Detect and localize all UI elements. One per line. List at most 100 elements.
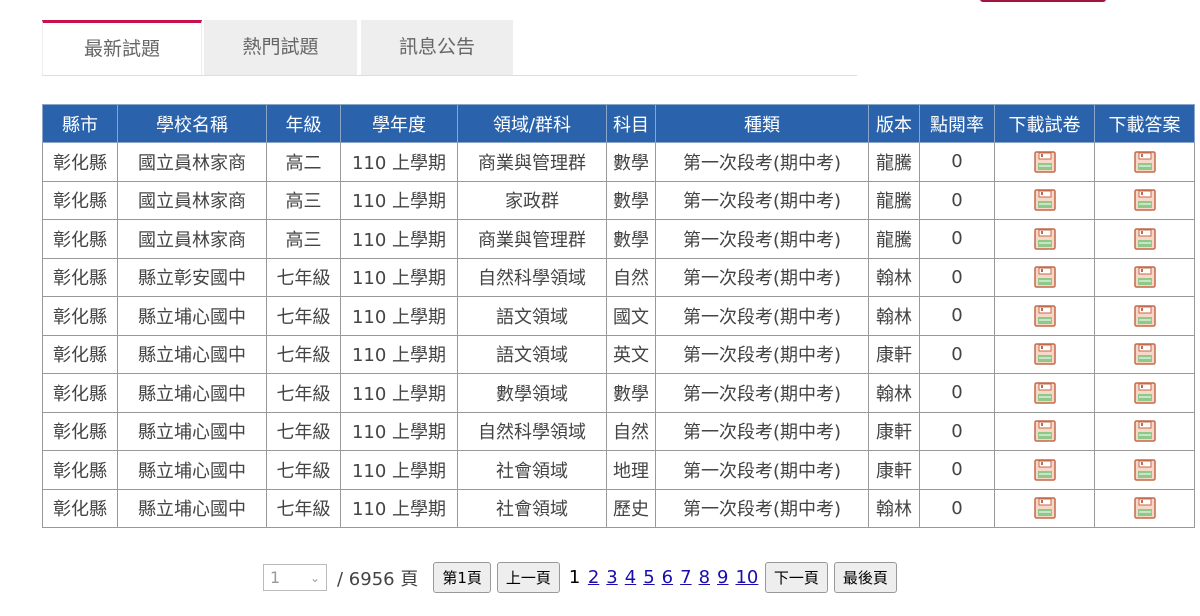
table-row: 彰化縣 縣立埔心國中 七年級 110 上學期 社會領域 歷史 第一次段考(期中考) 翰林 0: [42, 488, 1195, 528]
page-link[interactable]: 7: [680, 567, 691, 588]
cell-8: 0: [919, 296, 995, 336]
download-paper-floppy-icon[interactable]: [1033, 459, 1056, 481]
download-answer-floppy-icon[interactable]: [1133, 305, 1156, 327]
cell-1: 縣立彰安國中: [117, 257, 267, 297]
download-paper-cell: [994, 257, 1095, 297]
last-page-button[interactable]: 最後頁: [833, 562, 897, 593]
cell-7: 龍騰: [868, 142, 920, 182]
download-paper-floppy-icon[interactable]: [1033, 382, 1056, 404]
download-paper-floppy-icon[interactable]: [1033, 497, 1056, 519]
page-link[interactable]: 8: [699, 567, 710, 588]
column-header: 下載試卷: [994, 104, 1095, 143]
cell-4: 自然科學領域: [457, 257, 607, 297]
download-paper-cell: [994, 373, 1095, 413]
pagination: 1 ⌄ / 6956 頁 第1頁 上一頁 1 2 3 4 5 6 7 8 9 10 下一頁 最後頁: [263, 562, 900, 593]
cell-1: 縣立埔心國中: [117, 296, 267, 336]
tab-news[interactable]: 訊息公告: [361, 20, 513, 75]
cell-1: 縣立埔心國中: [117, 411, 267, 451]
cell-3: 110 上學期: [340, 142, 458, 182]
cell-6: 第一次段考(期中考): [655, 411, 869, 451]
prev-page-button[interactable]: 上一頁: [496, 562, 560, 593]
cell-0: 彰化縣: [42, 257, 118, 297]
download-answer-floppy-icon[interactable]: [1133, 151, 1156, 173]
top-button[interactable]: [980, 0, 1106, 2]
cell-6: 第一次段考(期中考): [655, 257, 869, 297]
download-paper-floppy-icon[interactable]: [1033, 151, 1056, 173]
next-page-button[interactable]: 下一頁: [764, 562, 828, 593]
page-link[interactable]: 10: [735, 567, 758, 588]
download-paper-floppy-icon[interactable]: [1033, 228, 1056, 250]
page-link[interactable]: 4: [625, 567, 636, 588]
column-header: 年級: [266, 104, 341, 143]
page-link[interactable]: 3: [606, 567, 617, 588]
column-header: 學年度: [340, 104, 458, 143]
download-paper-cell: [994, 411, 1095, 451]
download-answer-floppy-icon[interactable]: [1133, 497, 1156, 519]
cell-0: 彰化縣: [42, 180, 118, 220]
download-answer-floppy-icon[interactable]: [1133, 382, 1156, 404]
download-answer-floppy-icon[interactable]: [1133, 266, 1156, 288]
cell-8: 0: [919, 334, 995, 374]
download-paper-cell: [994, 142, 1095, 182]
cell-8: 0: [919, 373, 995, 413]
download-paper-cell: [994, 450, 1095, 490]
page-link[interactable]: 6: [662, 567, 673, 588]
download-answer-floppy-icon[interactable]: [1133, 459, 1156, 481]
cell-3: 110 上學期: [340, 373, 458, 413]
download-answer-floppy-icon[interactable]: [1133, 420, 1156, 442]
table-row: 彰化縣 國立員林家商 高三 110 上學期 商業與管理群 數學 第一次段考(期中考) 龍騰 0: [42, 219, 1195, 259]
cell-1: 縣立埔心國中: [117, 450, 267, 490]
first-page-button[interactable]: 第1頁: [433, 562, 491, 593]
page-select[interactable]: 1 ⌄: [263, 564, 327, 591]
download-paper-floppy-icon[interactable]: [1033, 189, 1056, 211]
cell-6: 第一次段考(期中考): [655, 296, 869, 336]
cell-5: 國文: [606, 296, 656, 336]
column-header: 領域/群科: [457, 104, 607, 143]
download-answer-floppy-icon[interactable]: [1133, 228, 1156, 250]
table-row: 彰化縣 縣立彰安國中 七年級 110 上學期 自然科學領域 自然 第一次段考(期中考) 翰林 0: [42, 257, 1195, 297]
cell-3: 110 上學期: [340, 296, 458, 336]
cell-5: 歷史: [606, 488, 656, 528]
download-paper-floppy-icon[interactable]: [1033, 266, 1056, 288]
download-answer-cell: [1094, 488, 1195, 528]
page-select-value: 1: [270, 568, 281, 587]
cell-5: 數學: [606, 180, 656, 220]
exam-table: 縣市 學校名稱 年級 學年度 領域/群科 科目 種類 版本 點閱率 下載試卷 下載答案 彰化縣 國立員…: [42, 104, 1195, 528]
page-total: / 6956 頁: [337, 568, 419, 590]
cell-8: 0: [919, 488, 995, 528]
column-header: 下載答案: [1094, 104, 1195, 143]
download-answer-floppy-icon[interactable]: [1133, 343, 1156, 365]
cell-2: 七年級: [266, 373, 341, 413]
column-header: 版本: [868, 104, 920, 143]
page-link[interactable]: 2: [588, 567, 599, 588]
cell-6: 第一次段考(期中考): [655, 142, 869, 182]
download-paper-floppy-icon[interactable]: [1033, 420, 1056, 442]
download-paper-floppy-icon[interactable]: [1033, 305, 1056, 327]
cell-0: 彰化縣: [42, 373, 118, 413]
cell-1: 國立員林家商: [117, 219, 267, 259]
cell-3: 110 上學期: [340, 411, 458, 451]
cell-8: 0: [919, 219, 995, 259]
column-header: 科目: [606, 104, 656, 143]
tab-latest[interactable]: 最新試題: [42, 20, 202, 75]
cell-6: 第一次段考(期中考): [655, 373, 869, 413]
download-answer-cell: [1094, 219, 1195, 259]
cell-6: 第一次段考(期中考): [655, 219, 869, 259]
cell-7: 翰林: [868, 488, 920, 528]
page-link[interactable]: 5: [643, 567, 654, 588]
cell-5: 自然: [606, 411, 656, 451]
download-paper-floppy-icon[interactable]: [1033, 343, 1056, 365]
table-row: 彰化縣 國立員林家商 高三 110 上學期 家政群 數學 第一次段考(期中考) 龍騰 0: [42, 180, 1195, 220]
download-answer-cell: [1094, 296, 1195, 336]
tab-popular[interactable]: 熱門試題: [204, 20, 357, 75]
download-paper-cell: [994, 296, 1095, 336]
cell-0: 彰化縣: [42, 450, 118, 490]
table-row: 彰化縣 縣立埔心國中 七年級 110 上學期 數學領域 數學 第一次段考(期中考) 翰林 0: [42, 373, 1195, 413]
cell-2: 高三: [266, 219, 341, 259]
download-paper-cell: [994, 180, 1095, 220]
cell-6: 第一次段考(期中考): [655, 334, 869, 374]
download-answer-floppy-icon[interactable]: [1133, 189, 1156, 211]
cell-0: 彰化縣: [42, 334, 118, 374]
cell-1: 縣立埔心國中: [117, 334, 267, 374]
page-link[interactable]: 9: [717, 567, 728, 588]
